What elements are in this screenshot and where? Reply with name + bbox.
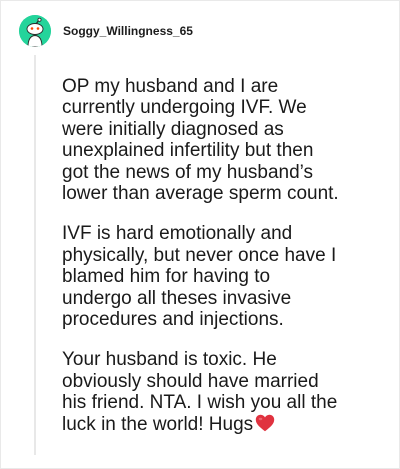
comment-line: unexplained infertility but then <box>62 140 314 162</box>
comment-line: Your husband is toxic. He <box>62 349 277 371</box>
comment-paragraph-3: Your husband is toxic. He obviously shou… <box>62 349 382 435</box>
thread-line[interactable] <box>34 55 36 455</box>
user-avatar[interactable] <box>19 15 51 47</box>
comment-line: were initially diagnosed as <box>62 118 284 140</box>
snoo-avatar-icon <box>19 15 51 47</box>
comment-line: obviously should have married <box>62 370 319 392</box>
comment-line: lower than average sperm count. <box>62 183 339 205</box>
heart-emoji-icon <box>255 414 275 432</box>
comment-line: undergo all theses invasive <box>62 287 292 309</box>
comment-line: his friend. NTA. I wish you all the <box>62 392 338 414</box>
comment-line: currently undergoing IVF. We <box>62 97 307 119</box>
username[interactable]: Soggy_Willingness_65 <box>63 24 193 38</box>
comment-line: procedures and injections. <box>62 309 284 331</box>
comment-line: got the news of my husband’s <box>62 161 314 183</box>
comment-line: physically, but never once have I <box>62 244 337 266</box>
comment-line: OP my husband and I are <box>62 76 279 97</box>
comment-paragraph-2: IVF is hard emotionally and physically, … <box>62 223 382 330</box>
comment-line: luck in the world! Hugs <box>62 413 254 435</box>
comment-body: OP my husband and I are currently underg… <box>62 76 382 454</box>
comment-card: Soggy_Willingness_65 OP my husband and I… <box>0 0 400 469</box>
comment-line: blamed him for having to <box>62 266 271 288</box>
comment-line: IVF is hard emotionally and <box>62 223 293 245</box>
comment-paragraph-1: OP my husband and I are currently underg… <box>62 76 382 204</box>
